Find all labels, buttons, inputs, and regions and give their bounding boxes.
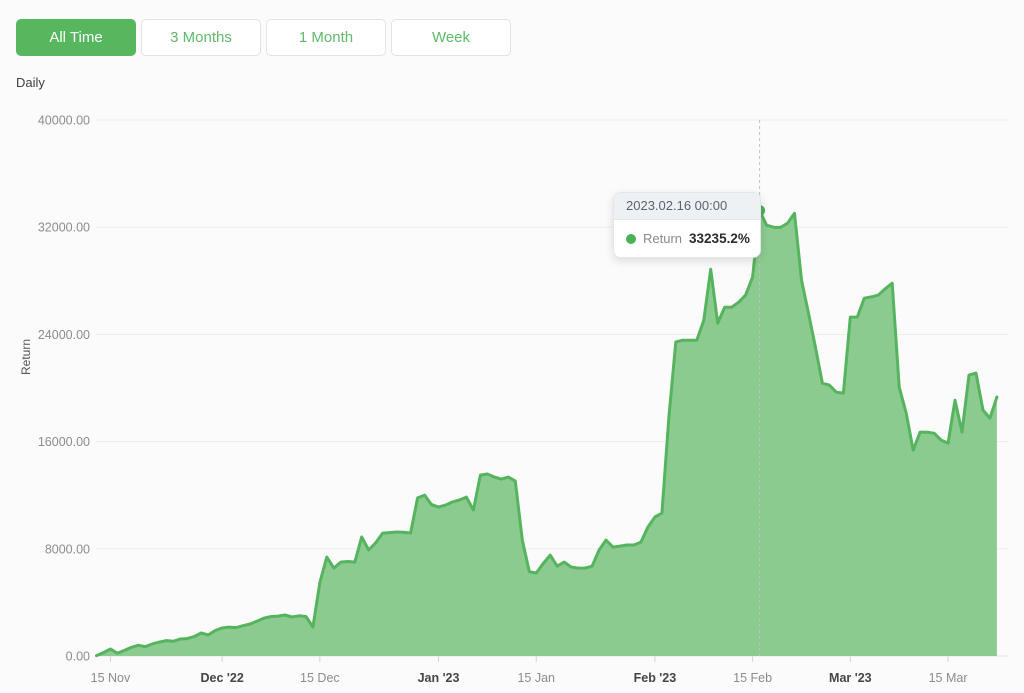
y-axis-title: Return [19,339,33,375]
x-axis-tick-label: 15 Jan [517,671,555,685]
x-axis-tick-label: 15 Mar [929,671,968,685]
tooltip-value: 33235.2% [689,231,750,246]
return-area-fill [97,211,997,656]
x-axis-tick-label: 15 Dec [300,671,340,685]
tooltip-date: 2023.02.16 00:00 [614,193,760,220]
x-axis-tick-label: 15 Nov [91,671,131,685]
x-axis-tick-label: 15 Feb [733,671,772,685]
tooltip-series-label: Return [643,231,682,246]
x-axis-tick-label: Feb '23 [634,671,677,685]
x-axis-tick-label: Mar '23 [829,671,872,685]
series-marker-icon [626,234,636,244]
x-axis-tick-label: Dec '22 [200,671,243,685]
chart-tooltip: 2023.02.16 00:00 Return 33235.2% [613,192,761,258]
y-axis-tick-label: 40000.00 [38,114,90,128]
y-axis-tick-label: 24000.00 [38,328,90,342]
y-axis-tick-label: 0.00 [66,650,90,664]
chart-svg: 0.00 8000.00 16000.00 24000.00 32000.00 40000… [0,0,1024,693]
y-axis-tick-label: 8000.00 [45,542,90,556]
y-axis-tick-label: 16000.00 [38,435,90,449]
tooltip-body: Return 33235.2% [614,220,760,257]
y-axis-tick-label: 32000.00 [38,221,90,235]
x-axis-tick-label: Jan '23 [418,671,460,685]
